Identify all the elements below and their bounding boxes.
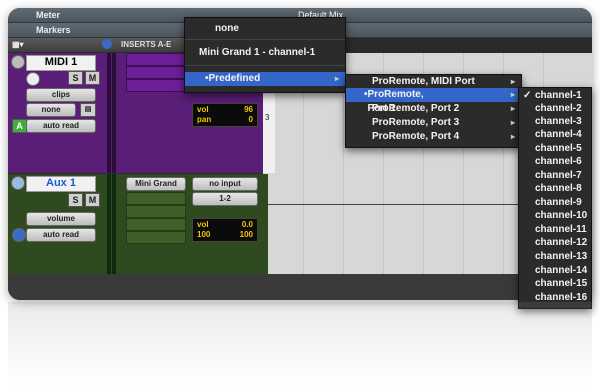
- level-meter: [107, 174, 111, 274]
- bar-marker: 3: [265, 113, 270, 122]
- insert-mini-grand[interactable]: Mini Grand: [126, 177, 186, 191]
- menu-item-proremote-port-2[interactable]: ProRemote, Port 2 ▸: [346, 102, 521, 116]
- menu-item-channel-13[interactable]: channel-13: [519, 250, 591, 264]
- aux-select-icon[interactable]: [11, 176, 25, 190]
- menu-item-channel-4[interactable]: channel-4: [519, 128, 591, 142]
- menu-item-channel-8[interactable]: channel-8: [519, 182, 591, 196]
- insert-slot[interactable]: [126, 53, 186, 66]
- meter-label: Meter: [36, 10, 61, 20]
- menu-item-proremote-port-4[interactable]: ProRemote, Port 4 ▸: [346, 130, 521, 144]
- bottom-strip: [8, 274, 592, 300]
- channel-submenu: ✓ channel-1 channel-2 channel-3 channel-4…: [518, 87, 592, 309]
- aux-track-name[interactable]: Aux 1: [26, 176, 96, 192]
- menu-item-channel-5[interactable]: channel-5: [519, 142, 591, 156]
- menu-item-channel-6[interactable]: channel-6: [519, 155, 591, 169]
- menu-item-channel-10[interactable]: channel-10: [519, 209, 591, 223]
- playlist-icon[interactable]: ▤: [80, 103, 96, 117]
- input-monitor-button[interactable]: [26, 72, 40, 86]
- output-select[interactable]: 1-2: [192, 192, 258, 206]
- level-meter: [112, 174, 116, 274]
- submenu-arrow-icon: ▸: [334, 74, 339, 83]
- menu-item-none[interactable]: none: [185, 22, 345, 36]
- aux-track: Aux 1 S M volume auto read Mini Grand no…: [8, 174, 268, 274]
- vol-label: vol: [197, 220, 209, 229]
- inserts-header[interactable]: INSERTS A-E: [121, 40, 171, 49]
- menu-item-proremote-port-3[interactable]: ProRemote, Port 3 ▸: [346, 116, 521, 130]
- predefined-submenu: ProRemote, MIDI Port ▸ • ProRemote, Port …: [345, 74, 522, 148]
- automation-mode-select[interactable]: auto read: [26, 119, 96, 133]
- pan-value: 0: [248, 115, 253, 124]
- mute-button[interactable]: M: [85, 71, 100, 85]
- pan-left-value: 100: [197, 230, 211, 239]
- aux-volume-pan-display[interactable]: vol 0.0 100 100: [192, 218, 258, 242]
- menu-item-mini-grand[interactable]: Mini Grand 1 - channel-1: [185, 46, 345, 60]
- insert-slot[interactable]: [126, 231, 186, 244]
- solo-button[interactable]: S: [68, 193, 83, 207]
- submenu-arrow-icon: ▸: [510, 77, 515, 86]
- automation-icon[interactable]: A: [12, 119, 27, 133]
- clock-icon[interactable]: [102, 39, 112, 49]
- vol-value: 0.0: [241, 220, 253, 229]
- insert-slot[interactable]: [126, 192, 186, 205]
- submenu-arrow-icon: ▸: [510, 118, 515, 127]
- window-reflection: [8, 302, 592, 388]
- menu-item-channel-15[interactable]: channel-15: [519, 277, 591, 291]
- volume-automation-line: [268, 204, 528, 205]
- submenu-arrow-icon: ▸: [510, 104, 515, 113]
- midi-track-name[interactable]: MIDI 1: [26, 55, 96, 71]
- menu-item-channel-14[interactable]: channel-14: [519, 264, 591, 278]
- level-meter: [107, 53, 111, 173]
- menu-item-proremote-midi-port[interactable]: ProRemote, MIDI Port ▸: [346, 75, 521, 89]
- midi-output-menu: none Mini Grand 1 - channel-1 • Predefin…: [184, 17, 346, 93]
- menu-item-channel-1[interactable]: ✓ channel-1: [519, 89, 591, 103]
- submenu-arrow-icon: ▸: [510, 132, 515, 141]
- insert-slot[interactable]: [126, 218, 186, 231]
- menu-separator: [185, 65, 345, 66]
- mute-button[interactable]: M: [85, 193, 100, 207]
- menu-item-proremote-port-1[interactable]: • ProRemote, Port 1 ▸: [346, 88, 521, 114]
- menu-item-channel-12[interactable]: channel-12: [519, 236, 591, 250]
- vol-label: vol: [197, 105, 209, 114]
- menu-item-predefined[interactable]: • Predefined ▸: [185, 72, 345, 86]
- menu-item-channel-11[interactable]: channel-11: [519, 223, 591, 237]
- menu-item-channel-7[interactable]: channel-7: [519, 169, 591, 183]
- aux-view-select[interactable]: volume: [26, 212, 96, 226]
- pan-right-value: 100: [239, 230, 253, 239]
- insert-slot[interactable]: [126, 66, 186, 79]
- menu-item-channel-3[interactable]: channel-3: [519, 115, 591, 129]
- menu-item-channel-9[interactable]: channel-9: [519, 196, 591, 210]
- vol-value: 96: [244, 105, 253, 114]
- aux-automation-icon[interactable]: [12, 228, 26, 242]
- insert-slot[interactable]: [126, 79, 186, 92]
- markers-label: Markers: [36, 25, 71, 35]
- menu-separator: [185, 39, 345, 40]
- level-meter: [112, 53, 116, 173]
- checkmark-icon: ✓: [523, 90, 532, 101]
- view-menu-icon[interactable]: ▦▾: [12, 40, 24, 49]
- submenu-arrow-icon: ▸: [510, 90, 515, 99]
- input-select[interactable]: no input: [192, 177, 258, 191]
- record-enable-button[interactable]: [11, 55, 25, 69]
- volume-pan-display[interactable]: vol 96 pan 0: [192, 103, 258, 127]
- playlist-select[interactable]: none: [26, 103, 76, 117]
- insert-slot[interactable]: [126, 205, 186, 218]
- clips-view-select[interactable]: clips: [26, 88, 96, 102]
- solo-button[interactable]: S: [68, 71, 83, 85]
- menu-item-channel-2[interactable]: channel-2: [519, 102, 591, 116]
- pan-label: pan: [197, 115, 212, 124]
- aux-automation-mode-select[interactable]: auto read: [26, 228, 96, 242]
